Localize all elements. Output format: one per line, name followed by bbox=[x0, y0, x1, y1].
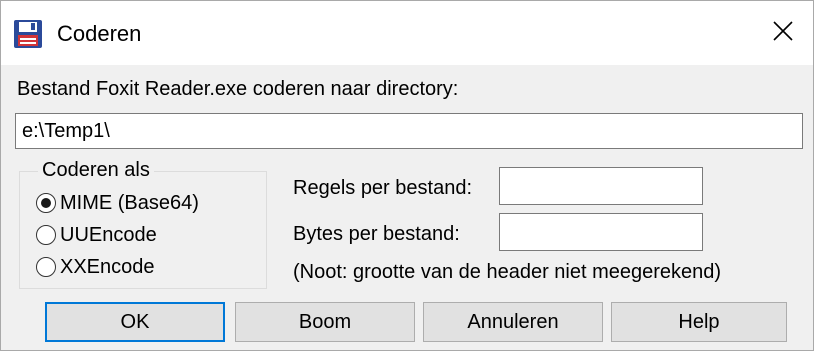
header-note: (Noot: grootte van de header niet meeger… bbox=[293, 261, 722, 283]
radio-label-mime: MIME (Base64) bbox=[60, 192, 199, 214]
help-button[interactable]: Help bbox=[611, 302, 787, 342]
radio-label-xxencode: XXEncode bbox=[60, 256, 155, 278]
ok-button[interactable]: OK bbox=[45, 302, 225, 342]
title-bar[interactable]: Coderen bbox=[1, 1, 813, 65]
directory-prompt-label: Bestand Foxit Reader.exe coderen naar di… bbox=[17, 78, 459, 100]
radio-mime-base64[interactable]: MIME (Base64) bbox=[36, 190, 199, 216]
floppy-disk-icon bbox=[13, 19, 43, 49]
radio-uuencode[interactable]: UUEncode bbox=[36, 222, 157, 248]
bytes-per-file-label: Bytes per bestand: bbox=[293, 223, 460, 245]
cancel-button[interactable]: Annuleren bbox=[423, 302, 603, 342]
lines-per-file-label: Regels per bestand: bbox=[293, 177, 473, 199]
radio-xxencode[interactable]: XXEncode bbox=[36, 254, 155, 280]
close-icon bbox=[772, 20, 794, 47]
encoding-group-legend: Coderen als bbox=[38, 158, 154, 182]
directory-input[interactable] bbox=[15, 113, 803, 149]
radio-button[interactable] bbox=[36, 257, 56, 277]
lines-per-file-input[interactable] bbox=[499, 167, 703, 205]
coderen-dialog: Coderen Bestand Foxit Reader.exe coderen… bbox=[0, 0, 814, 351]
bytes-per-file-input[interactable] bbox=[499, 213, 703, 251]
window-title: Coderen bbox=[57, 21, 142, 46]
radio-label-uuencode: UUEncode bbox=[60, 224, 157, 246]
dialog-body: Bestand Foxit Reader.exe coderen naar di… bbox=[1, 65, 813, 350]
radio-button[interactable] bbox=[36, 225, 56, 245]
encoding-groupbox: Coderen als MIME (Base64) UUEncode XXEnc… bbox=[19, 158, 267, 289]
radio-button-checked[interactable] bbox=[36, 193, 56, 213]
close-button[interactable] bbox=[757, 7, 809, 59]
boom-button[interactable]: Boom bbox=[235, 302, 415, 342]
